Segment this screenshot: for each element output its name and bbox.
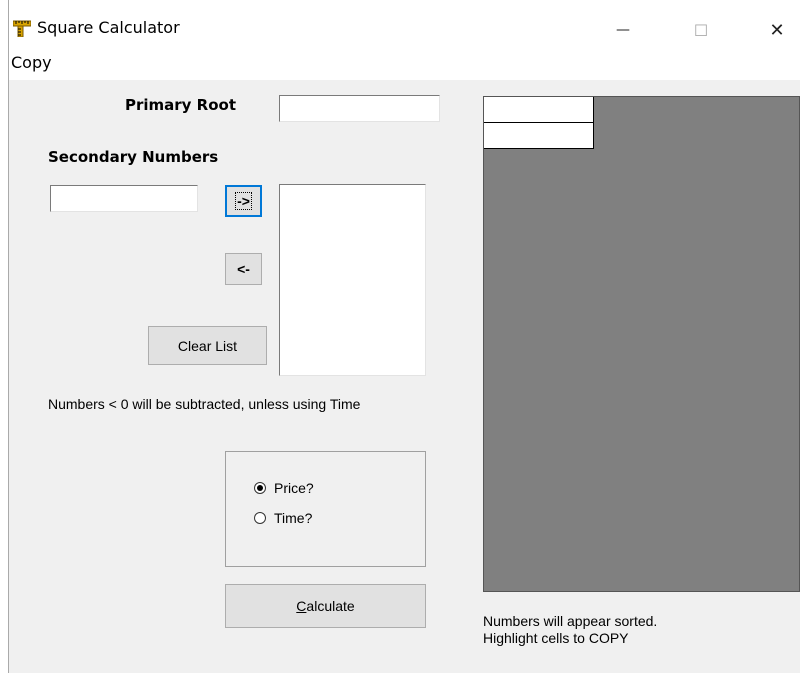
minimize-button[interactable]: —: [601, 10, 645, 50]
minimize-icon: —: [616, 22, 630, 38]
ruler-calculator-icon: [13, 20, 31, 37]
grid-cell[interactable]: [484, 123, 594, 149]
price-radio[interactable]: [254, 482, 266, 494]
app-window: Square Calculator — ☐ ✕ Copy Primary Roo…: [8, 0, 800, 673]
time-option-label: Time?: [274, 510, 313, 526]
calculate-label-rest: alculate: [306, 598, 355, 614]
primary-root-label: Primary Root: [125, 96, 237, 114]
primary-root-input[interactable]: [279, 95, 440, 122]
title-bar: Square Calculator — ☐ ✕: [9, 0, 800, 50]
radio-selected-dot: [257, 485, 263, 491]
secondary-numbers-label: Secondary Numbers: [48, 148, 219, 166]
menu-item-copy[interactable]: Copy: [11, 53, 52, 72]
time-radio[interactable]: [254, 512, 266, 524]
calculate-access-key: C: [296, 598, 307, 614]
results-note-sorted: Numbers will appear sorted.: [483, 613, 658, 629]
window-title: Square Calculator: [37, 18, 180, 37]
add-number-label: ->: [235, 192, 252, 210]
remove-number-label: <-: [237, 261, 250, 277]
menu-bar: Copy: [9, 50, 800, 80]
calculate-button[interactable]: Calculate: [225, 584, 426, 628]
price-option[interactable]: Price?: [254, 480, 314, 496]
results-grid[interactable]: [483, 96, 800, 592]
time-option[interactable]: Time?: [254, 510, 312, 526]
add-number-button[interactable]: ->: [225, 185, 262, 217]
remove-number-button[interactable]: <-: [225, 253, 262, 285]
negative-numbers-note: Numbers < 0 will be subtracted, unless u…: [48, 396, 361, 412]
secondary-numbers-list[interactable]: [279, 184, 426, 376]
clear-list-button[interactable]: Clear List: [148, 326, 267, 365]
secondary-number-input[interactable]: [50, 185, 198, 212]
maximize-icon: ☐: [693, 20, 709, 40]
maximize-button[interactable]: ☐: [679, 10, 723, 50]
price-option-label: Price?: [274, 480, 314, 496]
clear-list-label: Clear List: [177, 337, 238, 354]
calculate-label: Calculate: [296, 598, 354, 614]
grid-cell[interactable]: [484, 97, 594, 123]
results-note-copy: Highlight cells to COPY: [483, 630, 629, 646]
close-icon: ✕: [769, 19, 785, 41]
close-button[interactable]: ✕: [755, 10, 799, 50]
mode-options-group: Price? Time?: [225, 451, 426, 567]
